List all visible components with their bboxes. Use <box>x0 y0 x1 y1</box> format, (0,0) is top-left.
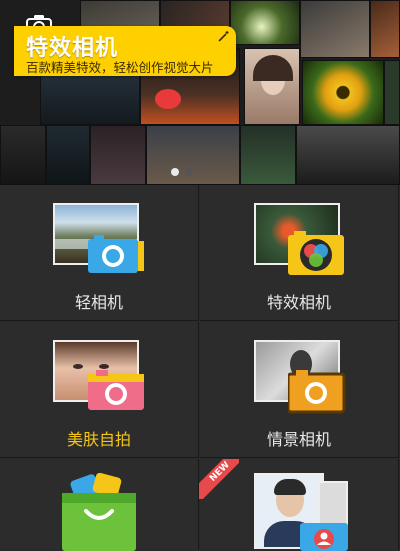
tile-label: 特效相机 <box>266 293 331 312</box>
tile-label: 轻相机 <box>74 293 123 312</box>
id-hair <box>274 479 306 495</box>
mosaic-photo <box>0 125 46 185</box>
id-photo-icon <box>300 523 348 551</box>
carousel-dot-active <box>171 168 179 176</box>
mosaic-photo <box>240 125 296 185</box>
effects-camera-icon <box>288 231 344 275</box>
mosaic-photo <box>146 125 240 185</box>
tile-beauty-selfie[interactable]: 美肤自拍 <box>0 322 199 458</box>
mosaic-photo <box>230 0 300 45</box>
scene-camera-icon <box>288 370 346 414</box>
tile-effects-camera[interactable]: 特效相机 <box>200 185 399 321</box>
new-badge-text: NEW <box>199 459 239 499</box>
tile-label: 情景相机 <box>266 430 331 449</box>
mosaic-photo <box>384 60 400 125</box>
mosaic-photo <box>300 0 370 58</box>
tile-scene-camera[interactable]: 情景相机 <box>200 322 399 458</box>
store-bag-icon <box>62 473 136 551</box>
mosaic-photo <box>370 0 400 58</box>
new-badge: NEW <box>199 459 239 499</box>
beauty-selfie-icon <box>88 370 144 410</box>
mosaic-photo-flower <box>302 60 384 125</box>
tile-label: 美肤自拍 <box>66 430 131 449</box>
carousel-dot <box>185 168 193 176</box>
promo-banner-carousel[interactable]: 特效相机 百款精美特效，轻松创作视觉大片 <box>0 0 400 185</box>
promo-card[interactable]: 特效相机 百款精美特效，轻松创作视觉大片 <box>14 26 236 76</box>
light-camera-icon <box>88 235 144 273</box>
promo-subtitle: 百款精美特效，轻松创作视觉大片 <box>26 60 214 75</box>
carousel-indicator <box>171 168 193 176</box>
camera-mode-grid: 轻相机 特效相机 美肤自拍 情景相机 NEW <box>0 185 400 551</box>
magic-wand-icon <box>218 31 229 42</box>
mosaic-photo <box>296 125 400 185</box>
selfie-eye <box>73 364 83 369</box>
mosaic-photo-portrait <box>244 48 300 125</box>
tile-light-camera[interactable]: 轻相机 <box>0 185 199 321</box>
tile-store[interactable] <box>0 459 199 551</box>
mosaic-photo <box>90 125 146 185</box>
selfie-eye <box>99 364 109 369</box>
mosaic-hair <box>253 55 293 81</box>
mosaic-photo <box>46 125 90 185</box>
mosaic-figure <box>155 89 181 109</box>
mosaic-photo <box>40 70 140 125</box>
